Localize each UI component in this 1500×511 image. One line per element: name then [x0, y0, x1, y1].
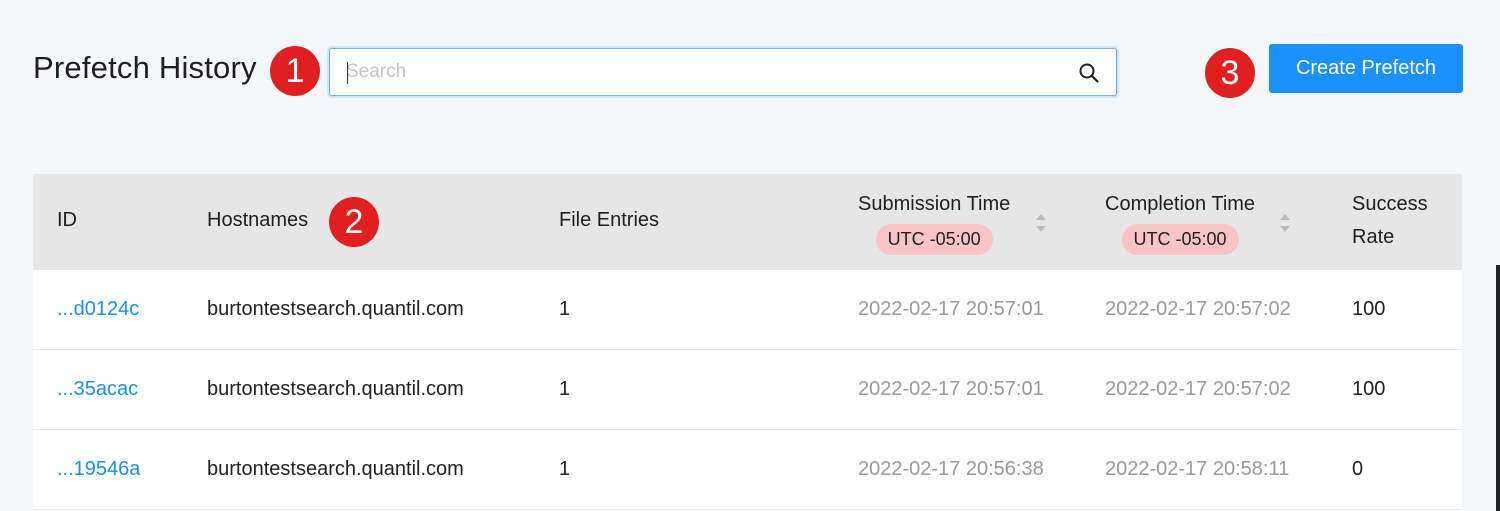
completion-time-label: Completion Time	[1105, 193, 1256, 215]
column-header-completion-time[interactable]: Completion Time UTC -05:00	[1105, 193, 1255, 255]
completion-time-cell: 2022-02-17 20:58:11	[1105, 458, 1290, 480]
window-edge	[1496, 265, 1500, 511]
prefetch-id-link[interactable]: ...d0124c	[57, 298, 139, 321]
table-row: ...19546a burtontestsearch.quantil.com 1…	[33, 430, 1462, 510]
hostname-cell: burtontestsearch.quantil.com	[207, 378, 464, 400]
success-rate-label-line2: Rate	[1352, 226, 1395, 248]
submission-time-cell: 2022-02-17 20:56:38	[858, 458, 1044, 480]
column-header-success-rate: Success Rate	[1352, 188, 1428, 254]
annotation-marker-2: 2	[329, 197, 379, 247]
column-header-submission-time[interactable]: Submission Time UTC -05:00	[858, 193, 1010, 255]
table-header: ID Hostnames 2 File Entries Submission T…	[33, 174, 1462, 270]
timezone-badge: UTC -05:00	[1121, 224, 1239, 255]
sort-icon[interactable]	[1279, 212, 1291, 234]
prefetch-table: ID Hostnames 2 File Entries Submission T…	[33, 174, 1462, 510]
prefetch-id-link[interactable]: ...19546a	[57, 458, 140, 481]
completion-time-cell: 2022-02-17 20:57:02	[1105, 298, 1291, 320]
success-rate-cell: 100	[1352, 378, 1386, 400]
submission-time-cell: 2022-02-17 20:57:01	[858, 298, 1044, 320]
annotation-marker-1: 1	[270, 46, 320, 96]
annotation-marker-3: 3	[1205, 48, 1255, 98]
hostname-cell: burtontestsearch.quantil.com	[207, 298, 464, 320]
search-icon[interactable]	[1078, 62, 1100, 84]
timezone-badge: UTC -05:00	[875, 224, 993, 255]
text-caret	[347, 62, 348, 84]
create-prefetch-button[interactable]: Create Prefetch	[1269, 44, 1463, 93]
column-header-file-entries: File Entries	[559, 209, 660, 231]
table-row: ...d0124c burtontestsearch.quantil.com 1…	[33, 270, 1462, 350]
file-entries-cell: 1	[559, 298, 571, 320]
success-rate-label-line1: Success	[1352, 193, 1428, 215]
success-rate-cell: 0	[1352, 458, 1364, 480]
submission-time-label: Submission Time	[858, 193, 1011, 215]
hostname-cell: burtontestsearch.quantil.com	[207, 458, 464, 480]
prefetch-id-link[interactable]: ...35acac	[57, 378, 138, 401]
page-title: Prefetch History	[33, 50, 257, 85]
success-rate-cell: 100	[1352, 298, 1386, 320]
file-entries-cell: 1	[559, 458, 571, 480]
search-input[interactable]	[346, 49, 1066, 95]
search-box[interactable]	[329, 48, 1117, 96]
completion-time-cell: 2022-02-17 20:57:02	[1105, 378, 1291, 400]
column-header-hostnames: Hostnames	[207, 209, 309, 231]
column-header-id: ID	[57, 209, 77, 231]
table-row: ...35acac burtontestsearch.quantil.com 1…	[33, 350, 1462, 430]
file-entries-cell: 1	[559, 378, 571, 400]
table-body: ...d0124c burtontestsearch.quantil.com 1…	[33, 270, 1462, 510]
prefetch-history-page: Prefetch History 1 3 Create Prefetch ID …	[0, 0, 1500, 511]
submission-time-cell: 2022-02-17 20:57:01	[858, 378, 1044, 400]
sort-icon[interactable]	[1035, 212, 1047, 234]
